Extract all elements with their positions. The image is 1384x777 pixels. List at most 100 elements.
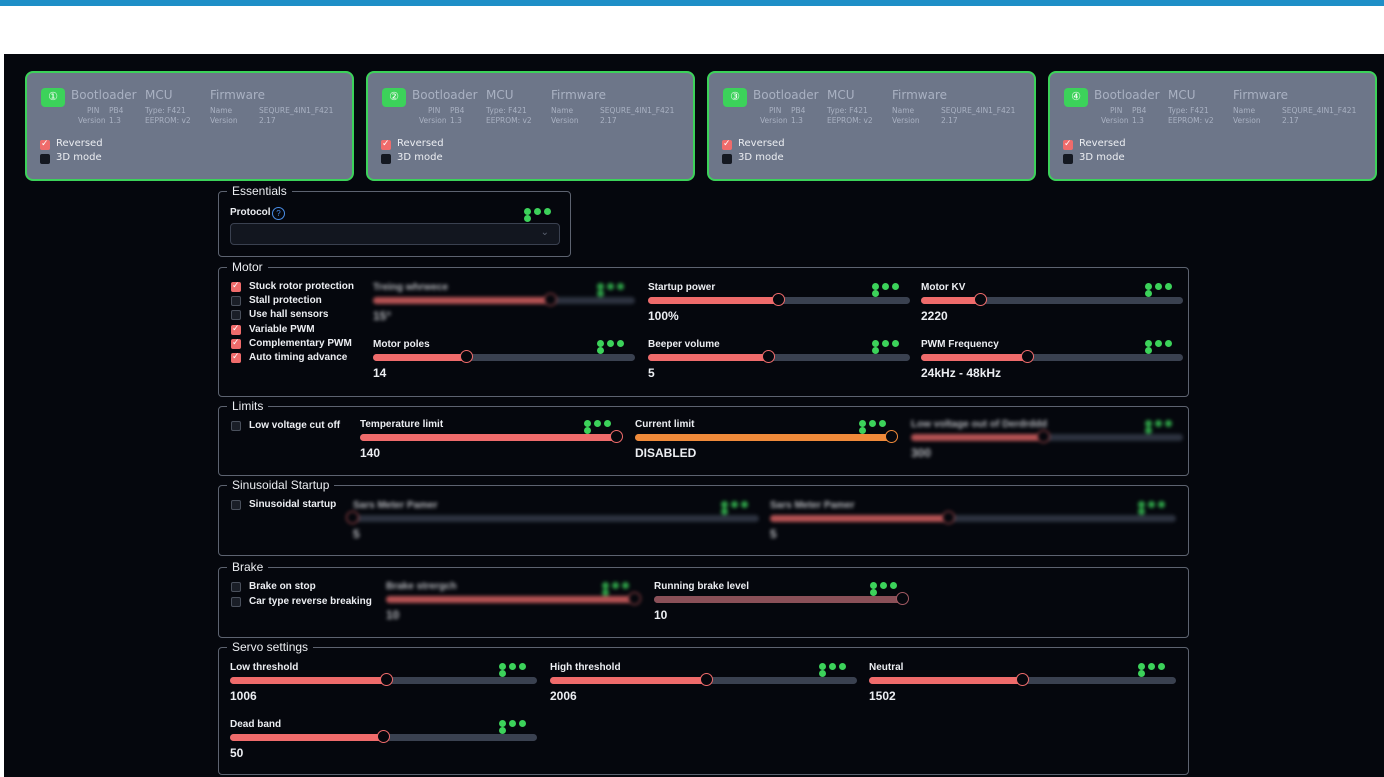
sync-status-dots	[1145, 420, 1183, 434]
high-threshold-value: 2006	[550, 689, 577, 703]
motor-option-label: Use hall sensors	[249, 309, 329, 320]
sinusoidal-power-2-slider-fill	[770, 515, 949, 522]
3d-mode-label: 3D mode	[738, 152, 784, 163]
beeper-volume-slider[interactable]	[648, 350, 910, 363]
motor-option-label: Complementary PWM	[249, 338, 352, 349]
reversed-checkbox[interactable]	[40, 138, 50, 150]
timing-advance-slider[interactable]	[373, 293, 635, 306]
reversed-label: Reversed	[738, 138, 785, 149]
mcu-header: MCU	[827, 88, 855, 102]
startup-power-value: 100%	[648, 309, 679, 323]
neutral-value: 1502	[869, 689, 896, 703]
running-brake-level-slider[interactable]	[654, 592, 909, 605]
low-threshold-slider-handle[interactable]	[380, 673, 393, 686]
mcu-header: MCU	[1168, 88, 1196, 102]
motor-kv-slider[interactable]	[921, 293, 1183, 306]
3d-mode-checkbox[interactable]	[1063, 154, 1073, 164]
dead-band-slider[interactable]	[230, 730, 537, 743]
sinusoidal-power-2-slider[interactable]	[770, 511, 1176, 524]
pin-value: PB4	[791, 106, 806, 115]
brake-strength-slider[interactable]	[386, 592, 641, 605]
firmware-name-label: Name	[1233, 106, 1256, 115]
sinusoidal-startup-checkbox[interactable]	[231, 500, 241, 510]
firmware-version-label: Version	[1233, 116, 1261, 125]
esc-number-badge: ②	[382, 88, 406, 107]
neutral-slider[interactable]	[869, 673, 1176, 686]
running-brake-level-value: 10	[654, 608, 668, 622]
pin-label: PIN	[1110, 106, 1123, 115]
protocol-select[interactable]: ⌄	[230, 223, 560, 245]
low-threshold-slider[interactable]	[230, 673, 537, 686]
low-voltage-threshold-value: 300	[911, 446, 932, 460]
low-voltage-cutoff-checkbox[interactable]	[231, 421, 241, 431]
firmware-name: SEQURE_4IN1_F421	[600, 106, 675, 115]
temperature-limit-slider-fill	[360, 434, 617, 441]
temperature-limit-slider-handle[interactable]	[610, 430, 623, 443]
temperature-limit-value: 140	[360, 446, 381, 460]
low-voltage-cutoff-label: Low voltage cut off	[249, 420, 341, 431]
esc-number-badge: ③	[723, 88, 747, 107]
reversed-checkbox[interactable]	[381, 138, 391, 150]
high-threshold-slider-fill	[550, 677, 707, 684]
motor-option-checkbox[interactable]	[231, 337, 241, 349]
esc-card: ② Bootloader MCU Firmware PIN PB4 Version 1.3 Ty…	[366, 71, 695, 181]
beeper-volume-slider-fill	[648, 354, 769, 361]
motor-kv-slider-handle[interactable]	[974, 293, 987, 306]
help-icon[interactable]: ?	[272, 207, 285, 220]
current-limit-label: Current limit	[635, 419, 695, 430]
sinusoidal-power-1-slider[interactable]	[346, 511, 759, 524]
dead-band-label: Dead band	[230, 719, 282, 730]
low-voltage-threshold-slider-handle[interactable]	[1037, 430, 1050, 443]
3d-mode-checkbox[interactable]	[40, 154, 50, 164]
reversed-checkbox[interactable]	[1063, 138, 1073, 150]
firmware-header: Firmware	[551, 88, 606, 102]
high-threshold-slider-handle[interactable]	[700, 673, 713, 686]
motor-option-checkbox[interactable]	[231, 296, 241, 306]
firmware-version-label: Version	[210, 116, 238, 125]
brake-strength-slider-handle[interactable]	[628, 592, 641, 605]
high-threshold-slider[interactable]	[550, 673, 857, 686]
bootloader-version: 1.3	[109, 116, 121, 125]
beeper-volume-slider-handle[interactable]	[762, 350, 775, 363]
sync-status-dots	[499, 663, 537, 677]
motor-option-checkbox[interactable]	[231, 351, 241, 363]
startup-power-slider[interactable]	[648, 293, 910, 306]
running-brake-level-slider-handle[interactable]	[896, 592, 909, 605]
firmware-header: Firmware	[892, 88, 947, 102]
brake-on-stop-checkbox[interactable]	[231, 582, 241, 592]
pin-label: PIN	[87, 106, 100, 115]
motor-poles-slider-handle[interactable]	[460, 350, 473, 363]
dead-band-slider-fill	[230, 734, 384, 741]
bootloader-header: Bootloader	[71, 88, 137, 102]
bootloader-version-label: Version	[419, 116, 447, 125]
bootloader-version: 1.3	[791, 116, 803, 125]
brake-strength-slider-fill	[386, 596, 635, 603]
bootloader-version: 1.3	[450, 116, 462, 125]
car-type-reverse-checkbox[interactable]	[231, 597, 241, 607]
motor-poles-slider[interactable]	[373, 350, 635, 363]
firmware-name-label: Name	[551, 106, 574, 115]
section-legend: Sinusoidal Startup	[232, 478, 330, 492]
current-limit-slider[interactable]	[635, 430, 898, 443]
firmware-version-label: Version	[551, 116, 579, 125]
sinusoidal-power-1-slider-handle[interactable]	[346, 511, 359, 524]
motor-option-label: Auto timing advance	[249, 352, 348, 363]
startup-power-slider-handle[interactable]	[772, 293, 785, 306]
motor-option-checkbox[interactable]	[231, 280, 241, 292]
current-limit-slider-handle[interactable]	[885, 430, 898, 443]
sinusoidal-power-2-slider-handle[interactable]	[942, 511, 955, 524]
motor-option-checkbox[interactable]	[231, 323, 241, 335]
esc-number-badge: ①	[41, 88, 65, 107]
3d-mode-checkbox[interactable]	[381, 154, 391, 164]
pwm-frequency-slider-handle[interactable]	[1021, 350, 1034, 363]
neutral-slider-handle[interactable]	[1016, 673, 1029, 686]
temperature-limit-slider[interactable]	[360, 430, 623, 443]
reversed-checkbox[interactable]	[722, 138, 732, 150]
motor-option-label: Stall protection	[249, 295, 322, 306]
low-voltage-threshold-slider[interactable]	[911, 430, 1183, 443]
3d-mode-checkbox[interactable]	[722, 154, 732, 164]
motor-option-checkbox[interactable]	[231, 310, 241, 320]
timing-advance-slider-handle[interactable]	[544, 293, 557, 306]
dead-band-slider-handle[interactable]	[377, 730, 390, 743]
pwm-frequency-slider[interactable]	[921, 350, 1183, 363]
